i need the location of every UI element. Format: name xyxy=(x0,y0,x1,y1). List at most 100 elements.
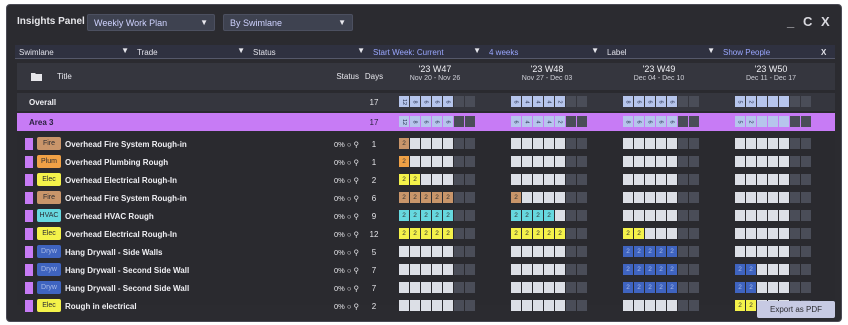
day-cell[interactable] xyxy=(768,264,778,275)
clear-filters-icon[interactable]: X xyxy=(821,45,835,59)
day-cell[interactable] xyxy=(678,116,688,127)
day-cell[interactable]: 2 xyxy=(735,300,745,311)
day-cell[interactable] xyxy=(410,138,420,149)
day-cell[interactable] xyxy=(533,156,543,167)
day-cell[interactable] xyxy=(801,116,811,127)
day-cell[interactable] xyxy=(511,300,521,311)
day-cell[interactable] xyxy=(454,96,464,107)
day-cell[interactable] xyxy=(768,96,778,107)
day-cell[interactable] xyxy=(779,228,789,239)
day-cell[interactable]: 2 xyxy=(399,210,409,221)
day-cell[interactable] xyxy=(779,282,789,293)
day-cell[interactable] xyxy=(689,174,699,185)
day-cell[interactable]: 6 xyxy=(432,116,442,127)
day-cell[interactable] xyxy=(790,96,800,107)
day-cell[interactable] xyxy=(544,246,554,257)
day-cell[interactable] xyxy=(454,210,464,221)
day-cell[interactable]: 2 xyxy=(667,282,677,293)
day-cell[interactable] xyxy=(623,210,633,221)
day-cell[interactable] xyxy=(443,174,453,185)
day-cell[interactable]: 4 xyxy=(544,116,554,127)
day-cell[interactable] xyxy=(746,174,756,185)
day-cell[interactable]: 2 xyxy=(634,264,644,275)
day-cell[interactable] xyxy=(623,192,633,203)
day-cell[interactable] xyxy=(678,210,688,221)
day-cell[interactable] xyxy=(533,300,543,311)
day-cell[interactable] xyxy=(577,192,587,203)
task-row[interactable]: Dryw Hang Drywall - Second Side Wall 0% ○ … xyxy=(17,279,835,297)
day-cell[interactable] xyxy=(790,156,800,167)
day-cell[interactable] xyxy=(577,116,587,127)
status-column-header[interactable]: Status xyxy=(323,63,359,90)
day-cell[interactable]: 2 xyxy=(432,192,442,203)
day-cell[interactable] xyxy=(522,300,532,311)
day-cell[interactable]: 12 xyxy=(399,96,409,107)
day-cell[interactable] xyxy=(735,156,745,167)
day-cell[interactable] xyxy=(757,264,767,275)
day-cell[interactable] xyxy=(746,228,756,239)
day-cell[interactable] xyxy=(645,300,655,311)
day-cell[interactable]: 2 xyxy=(623,228,633,239)
day-cell[interactable] xyxy=(465,210,475,221)
day-cell[interactable]: 8 xyxy=(623,96,633,107)
day-cell[interactable]: 2 xyxy=(421,228,431,239)
day-cell[interactable] xyxy=(410,300,420,311)
day-cell[interactable]: 4 xyxy=(522,96,532,107)
day-cell[interactable] xyxy=(768,138,778,149)
day-cell[interactable] xyxy=(399,264,409,275)
day-cell[interactable] xyxy=(757,192,767,203)
day-cell[interactable]: 2 xyxy=(399,228,409,239)
day-cell[interactable] xyxy=(645,228,655,239)
day-cell[interactable] xyxy=(678,246,688,257)
task-row[interactable]: Dryw Hang Drywall - Side Walls 0% ○ ⚲ 5 2 2 2 2… xyxy=(17,243,835,261)
day-cell[interactable] xyxy=(746,246,756,257)
day-cell[interactable] xyxy=(623,156,633,167)
day-cell[interactable]: 2 xyxy=(634,282,644,293)
day-cell[interactable] xyxy=(656,228,666,239)
day-cell[interactable] xyxy=(735,192,745,203)
day-cell[interactable]: 2 xyxy=(511,210,521,221)
day-cell[interactable] xyxy=(577,138,587,149)
day-cell[interactable]: 4 xyxy=(533,116,543,127)
day-cell[interactable] xyxy=(689,96,699,107)
day-cell[interactable] xyxy=(421,300,431,311)
day-cell[interactable] xyxy=(544,192,554,203)
day-cell[interactable] xyxy=(577,228,587,239)
area-row[interactable]: Area 3 17 12 8 6 6 6 6 4 4 4 2 8 6 6 6 6 5 2 xyxy=(17,113,835,131)
day-cell[interactable] xyxy=(454,138,464,149)
day-cell[interactable] xyxy=(533,282,543,293)
day-cell[interactable] xyxy=(779,138,789,149)
day-cell[interactable] xyxy=(443,264,453,275)
task-row[interactable]: Fire Overhead Fire System Rough-in 0% ○ ⚲ 1… xyxy=(17,135,835,153)
day-cell[interactable]: 6 xyxy=(656,116,666,127)
task-row[interactable]: Fire Overhead Fire System Rough-in 0% ○ ⚲ 6… xyxy=(17,189,835,207)
day-cell[interactable] xyxy=(443,300,453,311)
day-cell[interactable] xyxy=(678,96,688,107)
day-cell[interactable]: 2 xyxy=(645,246,655,257)
day-cell[interactable] xyxy=(454,300,464,311)
day-cell[interactable] xyxy=(577,174,587,185)
day-cell[interactable] xyxy=(735,246,745,257)
day-cell[interactable] xyxy=(577,264,587,275)
day-cell[interactable] xyxy=(656,300,666,311)
day-cell[interactable] xyxy=(678,264,688,275)
day-cell[interactable]: 2 xyxy=(656,282,666,293)
day-cell[interactable] xyxy=(566,156,576,167)
day-cell[interactable] xyxy=(566,300,576,311)
day-cell[interactable] xyxy=(768,174,778,185)
day-cell[interactable] xyxy=(465,116,475,127)
day-cell[interactable]: 2 xyxy=(735,264,745,275)
day-cell[interactable]: 2 xyxy=(746,96,756,107)
day-cell[interactable] xyxy=(801,156,811,167)
day-cell[interactable] xyxy=(443,138,453,149)
day-cell[interactable]: 2 xyxy=(746,282,756,293)
day-cell[interactable] xyxy=(555,138,565,149)
day-cell[interactable] xyxy=(667,300,677,311)
day-cell[interactable] xyxy=(667,192,677,203)
day-cell[interactable]: 2 xyxy=(410,192,420,203)
day-cell[interactable] xyxy=(689,210,699,221)
day-cell[interactable] xyxy=(465,192,475,203)
day-cell[interactable] xyxy=(410,282,420,293)
day-cell[interactable]: 6 xyxy=(645,96,655,107)
folder-icon[interactable] xyxy=(29,63,43,90)
